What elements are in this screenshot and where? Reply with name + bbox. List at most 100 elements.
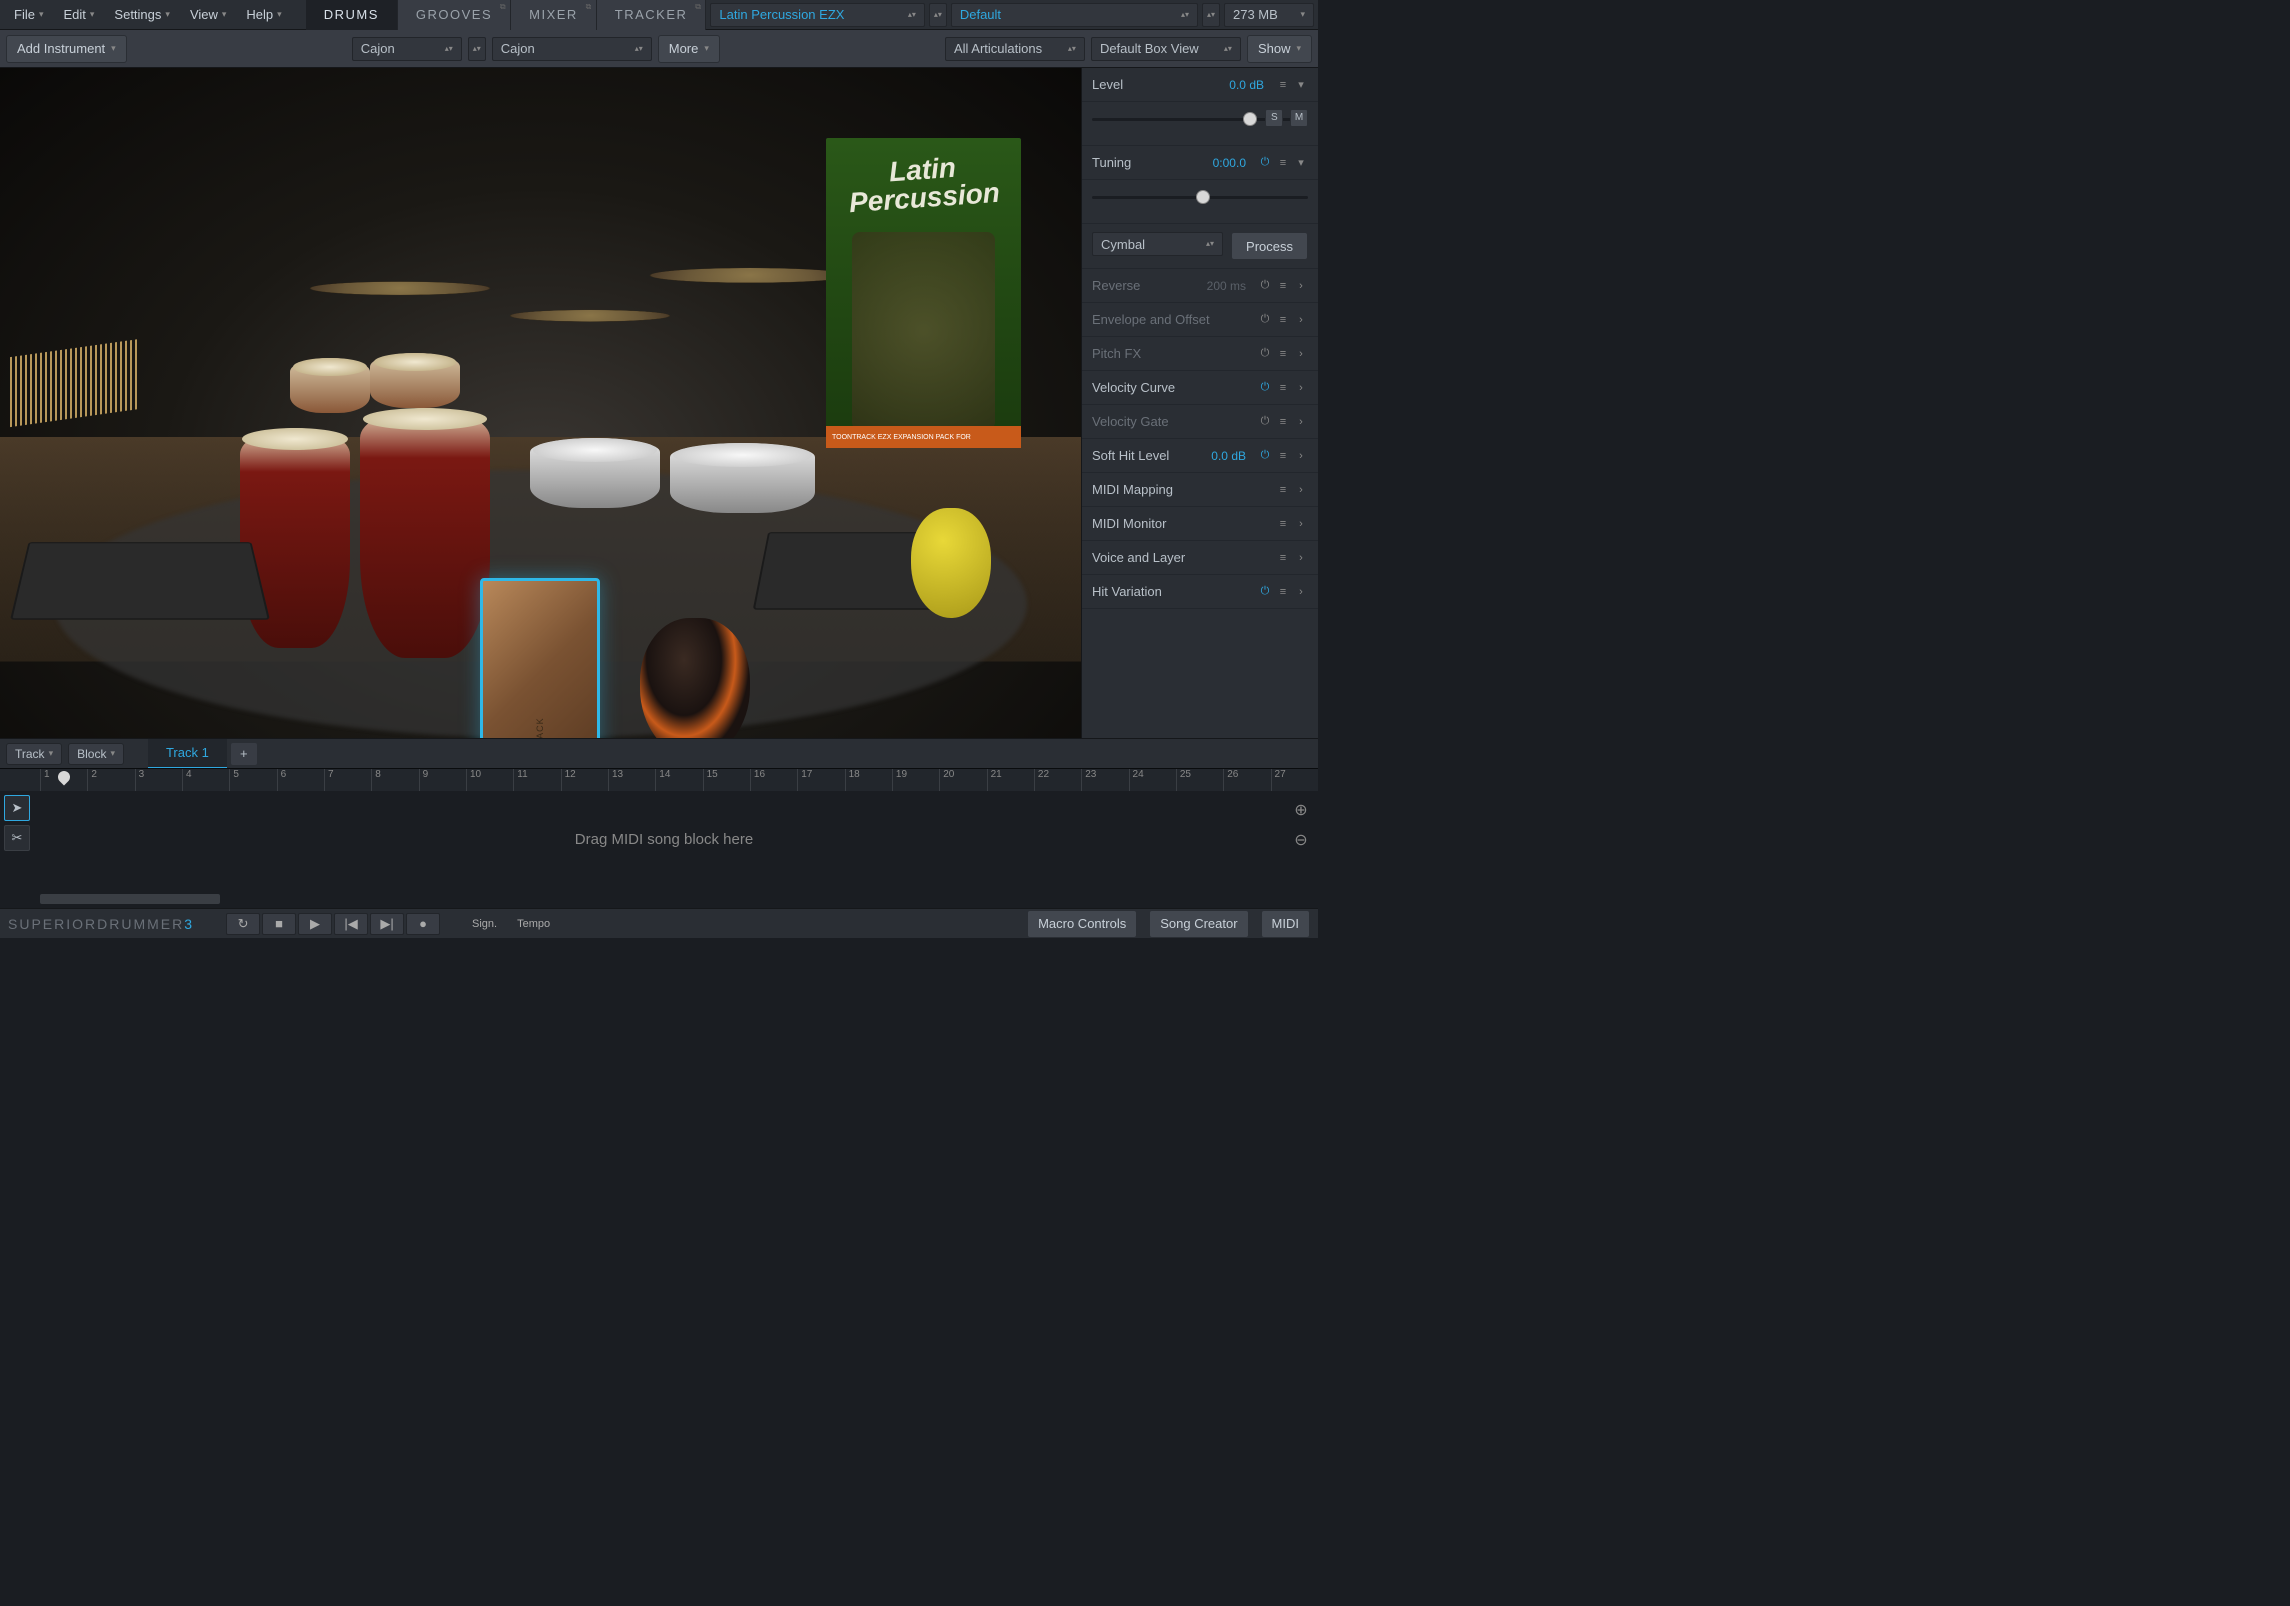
loop-button[interactable]: ↻ xyxy=(226,913,260,935)
power-icon[interactable]: ⏻ xyxy=(1258,449,1272,463)
timbale-1[interactable] xyxy=(530,438,660,508)
timeline-scrollbar[interactable] xyxy=(40,894,220,904)
more-button[interactable]: More▾ xyxy=(658,35,720,63)
ruler-mark[interactable]: 3 xyxy=(135,769,182,791)
ruler-mark[interactable]: 22 xyxy=(1034,769,1081,791)
chevron-down-icon[interactable]: ▾ xyxy=(1294,156,1308,170)
zoom-in-button[interactable]: ⊕ xyxy=(1290,799,1312,821)
chevron-right-icon[interactable]: › xyxy=(1294,381,1308,395)
menu-icon[interactable]: ≡ xyxy=(1276,585,1290,599)
chevron-right-icon[interactable]: › xyxy=(1294,279,1308,293)
process-type-selector[interactable]: Cymbal▴▾ xyxy=(1092,232,1223,256)
udu-drum[interactable] xyxy=(640,618,750,738)
velocity-gate-row[interactable]: Velocity Gate ⏻ ≡ › xyxy=(1082,405,1318,439)
windchimes[interactable] xyxy=(10,339,140,427)
slider-thumb[interactable] xyxy=(1243,112,1257,126)
menu-icon[interactable]: ≡ xyxy=(1276,279,1290,293)
tab-mixer[interactable]: MIXER⧉ xyxy=(511,0,597,30)
ruler-mark[interactable]: 23 xyxy=(1081,769,1128,791)
midi-monitor-row[interactable]: MIDI Monitor ≡ › xyxy=(1082,507,1318,541)
tuning-value[interactable]: 0:00.0 xyxy=(1213,156,1246,170)
tempo-label[interactable]: Tempo xyxy=(517,918,550,930)
menu-icon[interactable]: ≡ xyxy=(1276,449,1290,463)
skip-back-button[interactable]: |◀ xyxy=(334,913,368,935)
play-button[interactable]: ▶ xyxy=(298,913,332,935)
scissors-tool[interactable]: ✂ xyxy=(4,825,30,851)
mute-button[interactable]: M xyxy=(1290,109,1308,127)
ruler-mark[interactable]: 11 xyxy=(513,769,560,791)
preset-selector[interactable]: Default▴▾ xyxy=(951,3,1198,27)
ruler-mark[interactable]: 7 xyxy=(324,769,371,791)
power-icon[interactable]: ⏻ xyxy=(1258,415,1272,429)
soft-hit-row[interactable]: Soft Hit Level 0.0 dB ⏻ ≡ › xyxy=(1082,439,1318,473)
ruler-mark[interactable]: 4 xyxy=(182,769,229,791)
tab-tracker[interactable]: TRACKER⧉ xyxy=(597,0,707,30)
tuning-slider[interactable] xyxy=(1092,196,1308,199)
pitchfx-row[interactable]: Pitch FX ⏻ ≡ › xyxy=(1082,337,1318,371)
ruler-mark[interactable]: 15 xyxy=(703,769,750,791)
drum-kit-view[interactable]: Latin Percussion TOONTRACK EZX EXPANSION… xyxy=(0,68,1081,738)
menu-icon[interactable]: ≡ xyxy=(1276,381,1290,395)
zoom-out-button[interactable]: ⊖ xyxy=(1290,829,1312,851)
ruler-mark[interactable]: 12 xyxy=(561,769,608,791)
power-icon[interactable]: ⏻ xyxy=(1258,585,1272,599)
show-button[interactable]: Show▾ xyxy=(1247,35,1312,63)
menu-edit[interactable]: Edit▾ xyxy=(53,0,104,30)
ruler-mark[interactable]: 20 xyxy=(939,769,986,791)
ruler-mark[interactable]: 18 xyxy=(845,769,892,791)
instrument-stepper-1[interactable]: ▴▾ xyxy=(468,37,486,61)
skip-fwd-button[interactable]: ▶| xyxy=(370,913,404,935)
midi-button[interactable]: MIDI xyxy=(1261,910,1310,938)
ruler-mark[interactable]: 5 xyxy=(229,769,276,791)
chevron-right-icon[interactable]: › xyxy=(1294,517,1308,531)
ruler-mark[interactable]: 24 xyxy=(1129,769,1176,791)
power-icon[interactable]: ⏻ xyxy=(1258,381,1272,395)
shekere[interactable] xyxy=(911,508,991,618)
menu-help[interactable]: Help▾ xyxy=(236,0,291,30)
ruler-mark[interactable]: 19 xyxy=(892,769,939,791)
view-selector[interactable]: Default Box View▴▾ xyxy=(1091,37,1241,61)
ruler-mark[interactable]: 21 xyxy=(987,769,1034,791)
chevron-right-icon[interactable]: › xyxy=(1294,415,1308,429)
slider-thumb[interactable] xyxy=(1196,190,1210,204)
tab-grooves[interactable]: GROOVES⧉ xyxy=(398,0,511,30)
menu-icon[interactable]: ≡ xyxy=(1276,313,1290,327)
process-button[interactable]: Process xyxy=(1231,232,1308,260)
chevron-right-icon[interactable]: › xyxy=(1294,483,1308,497)
signature-label[interactable]: Sign. xyxy=(472,918,497,930)
level-value[interactable]: 0.0 dB xyxy=(1229,78,1264,92)
timbale-2[interactable] xyxy=(670,443,815,513)
chevron-right-icon[interactable]: › xyxy=(1294,449,1308,463)
library-stepper[interactable]: ▴▾ xyxy=(929,3,947,27)
menu-settings[interactable]: Settings▾ xyxy=(104,0,180,30)
menu-icon[interactable]: ≡ xyxy=(1276,78,1290,92)
timeline-drop-area[interactable]: Drag MIDI song block here xyxy=(40,791,1288,888)
ruler-mark[interactable]: 14 xyxy=(655,769,702,791)
cajon-selected[interactable] xyxy=(480,578,600,738)
percussion-tray-left[interactable] xyxy=(10,542,270,620)
envelope-row[interactable]: Envelope and Offset ⏻ ≡ › xyxy=(1082,303,1318,337)
power-icon[interactable]: ⏻ xyxy=(1258,279,1272,293)
bongo-2[interactable] xyxy=(370,353,460,408)
preset-stepper[interactable]: ▴▾ xyxy=(1202,3,1220,27)
ruler-mark[interactable]: 8 xyxy=(371,769,418,791)
velocity-curve-row[interactable]: Velocity Curve ⏻ ≡ › xyxy=(1082,371,1318,405)
hit-variation-row[interactable]: Hit Variation ⏻ ≡ › xyxy=(1082,575,1318,609)
menu-icon[interactable]: ≡ xyxy=(1276,415,1290,429)
chevron-right-icon[interactable]: › xyxy=(1294,585,1308,599)
ruler-mark[interactable]: 25 xyxy=(1176,769,1223,791)
chevron-down-icon[interactable]: ▾ xyxy=(1294,78,1308,92)
ruler-mark[interactable]: 16 xyxy=(750,769,797,791)
macro-controls-button[interactable]: Macro Controls xyxy=(1027,910,1137,938)
ruler-mark[interactable]: 26 xyxy=(1223,769,1270,791)
voice-layer-row[interactable]: Voice and Layer ≡ › xyxy=(1082,541,1318,575)
ruler-mark[interactable]: 2 xyxy=(87,769,134,791)
cymbal-1[interactable] xyxy=(306,281,495,295)
instrument-select-2[interactable]: Cajon▴▾ xyxy=(492,37,652,61)
stop-button[interactable]: ■ xyxy=(262,913,296,935)
menu-icon[interactable]: ≡ xyxy=(1276,156,1290,170)
add-track-button[interactable]: + xyxy=(231,743,257,765)
ruler-mark[interactable]: 13 xyxy=(608,769,655,791)
record-button[interactable]: ● xyxy=(406,913,440,935)
cymbal-2[interactable] xyxy=(507,310,674,322)
